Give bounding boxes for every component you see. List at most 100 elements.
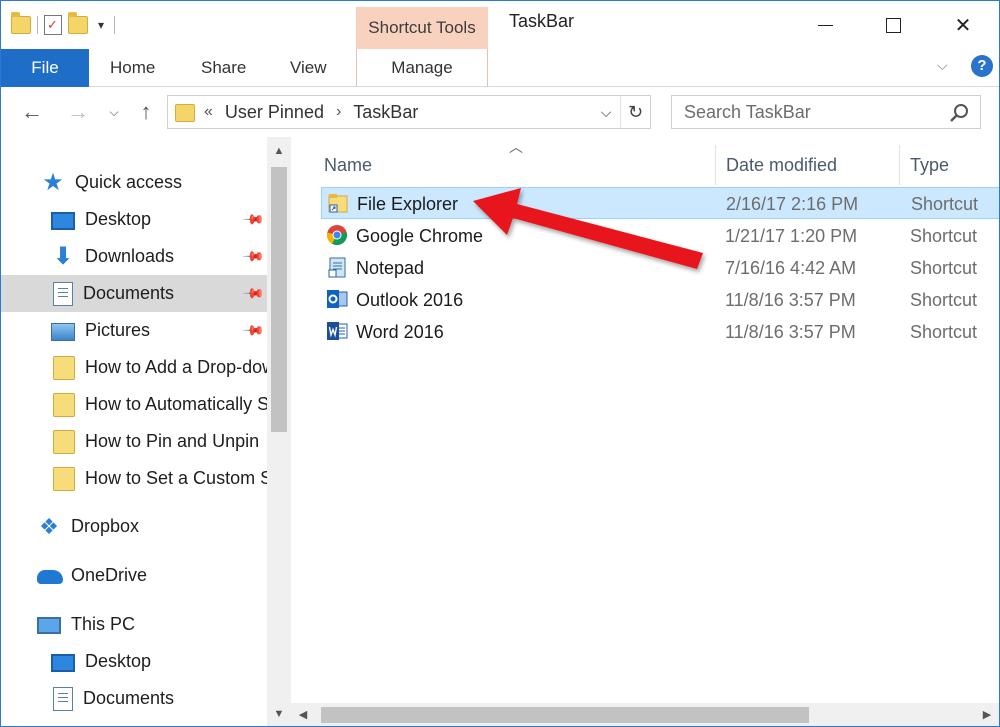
- properties-icon[interactable]: [44, 15, 62, 35]
- nav-item-label: This PC: [71, 614, 136, 634]
- tab-view[interactable]: View: [290, 49, 327, 87]
- file-list: ︿ Name Date modified Type File Explorer …: [291, 137, 999, 726]
- file-row-google-chrome[interactable]: Google Chrome 1/21/17 1:20 PM Shortcut: [321, 220, 999, 252]
- documents-icon: [53, 686, 73, 711]
- quick-access-toolbar: ▾: [11, 11, 115, 39]
- tab-share[interactable]: Share: [201, 49, 246, 87]
- tab-manage[interactable]: Manage: [356, 49, 488, 87]
- file-type: Shortcut: [910, 226, 978, 246]
- maximize-button[interactable]: [858, 1, 928, 49]
- close-button[interactable]: ✕: [928, 1, 998, 49]
- file-explorer-icon: [328, 194, 348, 213]
- outlook-icon: [327, 290, 348, 308]
- chrome-icon: [326, 225, 347, 246]
- address-dropdown-icon[interactable]: ⌵: [594, 96, 618, 128]
- nav-item-label: How to Set a Custom S: [85, 468, 267, 488]
- nav-item-label: How to Add a Drop-dow: [85, 357, 267, 377]
- folder-icon: [53, 355, 75, 380]
- file-name: Word 2016: [356, 322, 444, 342]
- file-row-outlook-2016[interactable]: Outlook 2016 11/8/16 3:57 PM Shortcut: [321, 284, 999, 316]
- scroll-left-icon[interactable]: ◀: [291, 703, 315, 726]
- nav-dropbox[interactable]: ❖ Dropbox: [1, 508, 267, 545]
- nav-desktop[interactable]: Desktop 📌: [1, 201, 267, 238]
- column-header-type[interactable]: Type: [910, 145, 949, 185]
- nav-item-label: Documents: [83, 688, 175, 708]
- up-button[interactable]: ↑: [133, 99, 159, 125]
- chevron-right-icon[interactable]: ›: [336, 96, 341, 128]
- scrollbar-thumb[interactable]: [321, 707, 809, 723]
- onedrive-icon: [37, 564, 63, 588]
- refresh-icon[interactable]: ↻: [620, 96, 650, 128]
- pin-icon: 📌: [242, 318, 266, 342]
- column-divider[interactable]: [715, 145, 716, 185]
- file-date: 1/21/17 1:20 PM: [725, 226, 858, 246]
- file-explorer-window: ▾ Shortcut Tools TaskBar ✕ File Home Sha…: [0, 0, 1000, 727]
- nav-item-label: How to Automatically S: [85, 394, 267, 414]
- window-title: TaskBar: [509, 11, 575, 31]
- nav-pc-desktop[interactable]: Desktop: [1, 643, 267, 680]
- search-box[interactable]: [671, 95, 981, 129]
- scroll-up-icon[interactable]: ▲: [267, 139, 291, 163]
- nav-item-label: Quick access: [75, 172, 183, 192]
- file-type: Shortcut: [910, 290, 978, 310]
- nav-item-label: Desktop: [85, 651, 152, 671]
- column-header-name[interactable]: Name: [324, 145, 372, 185]
- nav-downloads[interactable]: ⬇ Downloads 📌: [1, 238, 267, 275]
- tab-home[interactable]: Home: [110, 49, 155, 87]
- file-row-notepad[interactable]: Notepad 7/16/16 4:42 AM Shortcut: [321, 252, 999, 284]
- file-row-word-2016[interactable]: Word 2016 11/8/16 3:57 PM Shortcut: [321, 316, 999, 348]
- nav-documents[interactable]: Documents 📌: [1, 275, 267, 312]
- tab-file[interactable]: File: [1, 49, 89, 87]
- breadcrumb-user-pinned[interactable]: User Pinned: [225, 96, 324, 128]
- nav-item-label: OneDrive: [71, 565, 148, 585]
- nav-folder-automatically[interactable]: How to Automatically S: [1, 386, 267, 423]
- new-folder-icon[interactable]: [68, 12, 88, 34]
- column-divider[interactable]: [899, 145, 900, 185]
- help-button[interactable]: ?: [971, 55, 993, 77]
- file-name: Outlook 2016: [356, 290, 464, 310]
- address-bar[interactable]: « User Pinned › TaskBar ⌵ ↻: [167, 95, 651, 129]
- nav-pictures[interactable]: Pictures 📌: [1, 312, 267, 349]
- file-row-file-explorer[interactable]: File Explorer 2/16/17 2:16 PM Shortcut: [321, 187, 999, 219]
- recent-locations-button[interactable]: ⌵: [105, 99, 123, 125]
- expand-ribbon-icon[interactable]: ⌵: [937, 57, 948, 74]
- folder-icon[interactable]: [11, 12, 31, 34]
- back-button[interactable]: ←: [19, 99, 45, 125]
- search-icon[interactable]: [948, 102, 970, 124]
- pin-icon: 📌: [242, 281, 266, 305]
- file-type: Shortcut: [910, 258, 978, 278]
- nav-folder-pin-unpin[interactable]: How to Pin and Unpin: [1, 423, 267, 460]
- nav-item-label: Documents: [83, 283, 175, 303]
- pin-icon: 📌: [242, 207, 266, 231]
- scroll-down-icon[interactable]: ▼: [267, 702, 291, 726]
- customize-toolbar-icon[interactable]: ▾: [94, 18, 108, 32]
- nav-item-label: Pictures: [85, 320, 151, 340]
- minimize-button[interactable]: [790, 1, 860, 49]
- breadcrumb: « User Pinned › TaskBar: [204, 96, 418, 128]
- scroll-right-icon[interactable]: ▶: [975, 703, 999, 726]
- nav-folder-custom[interactable]: How to Set a Custom S: [1, 460, 267, 497]
- horizontal-scrollbar[interactable]: ◀ ▶: [291, 703, 999, 726]
- notepad-icon: [328, 257, 346, 278]
- forward-button[interactable]: →: [65, 99, 91, 125]
- desktop-icon: [51, 212, 75, 230]
- documents-icon: [53, 281, 73, 306]
- file-date: 7/16/16 4:42 AM: [725, 258, 857, 278]
- nav-folder-drop-down[interactable]: How to Add a Drop-dow: [1, 349, 267, 386]
- search-input[interactable]: [673, 97, 943, 127]
- navigation-pane: ★ Quick access Desktop 📌 ⬇ Downloads 📌 D…: [1, 137, 291, 726]
- toolbar-divider: [37, 16, 38, 34]
- word-icon: [327, 322, 348, 340]
- nav-pc-documents[interactable]: Documents: [1, 680, 267, 717]
- shortcut-tools-tab: Shortcut Tools: [356, 7, 488, 49]
- column-header-date-modified[interactable]: Date modified: [726, 145, 837, 185]
- scrollbar-thumb[interactable]: [271, 167, 287, 432]
- nav-quick-access[interactable]: ★ Quick access: [1, 164, 267, 201]
- nav-item-label: Downloads: [85, 246, 175, 266]
- breadcrumb-overflow[interactable]: «: [204, 96, 213, 128]
- breadcrumb-taskbar[interactable]: TaskBar: [353, 96, 418, 128]
- ribbon-tabs: File Home Share View Manage ⌵ ?: [1, 49, 999, 87]
- nav-this-pc[interactable]: This PC: [1, 606, 267, 643]
- navigation-scrollbar[interactable]: ▲ ▼: [267, 137, 291, 726]
- nav-onedrive[interactable]: OneDrive: [1, 557, 267, 594]
